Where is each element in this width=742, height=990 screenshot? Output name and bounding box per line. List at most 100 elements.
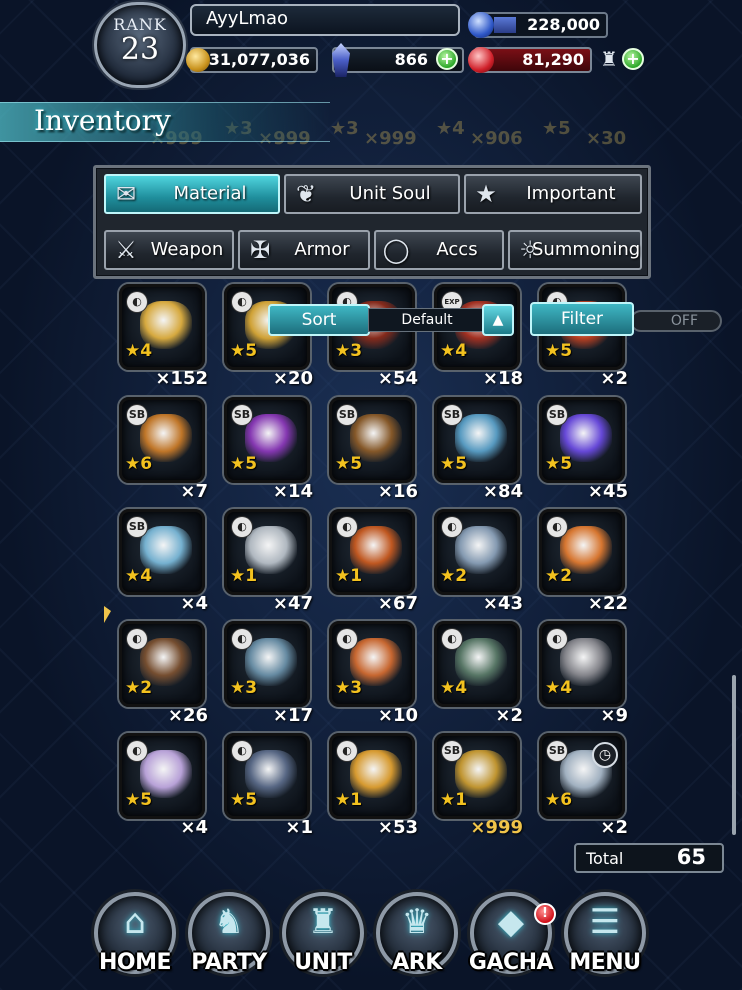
item-slot[interactable]: ◐ ★1 ×67 bbox=[329, 509, 418, 614]
item-type-tag: ◐ bbox=[337, 517, 357, 537]
gil-coin-icon bbox=[186, 48, 210, 72]
item-rarity: ★4 bbox=[440, 678, 468, 698]
tab-armor[interactable]: ✠ Armor bbox=[238, 230, 370, 270]
total-value: 65 bbox=[676, 845, 706, 869]
item-slot[interactable]: ◐ ★1 ×47 bbox=[224, 509, 313, 614]
item-slot[interactable]: ◐ ★2 ×43 bbox=[434, 509, 523, 614]
item-type-tag: SB bbox=[442, 741, 462, 761]
item-slot[interactable]: SB ★4 ×4 bbox=[119, 509, 208, 614]
item-type-tag: SB bbox=[127, 405, 147, 425]
item-quantity: ×4 bbox=[180, 593, 208, 614]
item-slot[interactable]: SB ★5 ×16 bbox=[329, 397, 418, 502]
gil-counter: 31,077,036 bbox=[186, 47, 318, 73]
category-tabs: ✉ Material ❦ Unit Soul ★ Important ⚔ Wea… bbox=[93, 165, 651, 279]
page-title: Inventory bbox=[34, 104, 171, 137]
ghost-qty: ×999 bbox=[364, 128, 417, 149]
sort-order-button[interactable]: ▲ bbox=[482, 304, 514, 336]
item-slot[interactable]: SB ★5 ×45 bbox=[539, 397, 628, 502]
sort-value: Default bbox=[368, 308, 486, 332]
item-slot[interactable]: ◐ ★5 ×1 bbox=[224, 733, 313, 838]
item-slot[interactable]: SB ★1 ×999 bbox=[434, 733, 523, 838]
add-lapis-button[interactable]: + bbox=[436, 48, 458, 70]
nav-home-button[interactable]: ⌂ HOME bbox=[90, 892, 180, 988]
tab-label: Weapon bbox=[150, 239, 224, 260]
item-rarity: ★4 bbox=[545, 678, 573, 698]
item-type-tag: ◐ bbox=[442, 629, 462, 649]
nav-menu-button[interactable]: ☰ MENU bbox=[560, 892, 650, 988]
item-quantity: ×20 bbox=[272, 368, 313, 389]
ghost-qty: ×30 bbox=[586, 128, 627, 149]
ghost-star: ★5 bbox=[542, 118, 571, 139]
star-icon: ★ bbox=[475, 180, 497, 208]
energy-value: 228,000 bbox=[527, 15, 600, 34]
tab-material[interactable]: ✉ Material bbox=[104, 174, 280, 214]
tab-label: Material bbox=[173, 183, 247, 204]
item-slot[interactable]: SB ★5 ×14 bbox=[224, 397, 313, 502]
item-quantity: ×45 bbox=[587, 481, 628, 502]
ghost-star: ★4 bbox=[436, 118, 465, 139]
sort-button[interactable]: Sort bbox=[268, 304, 370, 336]
item-type-tag: ◐ bbox=[547, 517, 567, 537]
filter-toggle[interactable]: OFF bbox=[630, 310, 722, 332]
energy-orb-icon bbox=[468, 12, 494, 38]
item-quantity: ×26 bbox=[167, 705, 208, 726]
item-rarity: ★1 bbox=[230, 566, 258, 586]
item-slot[interactable]: SB ★6 ×7 bbox=[119, 397, 208, 502]
gil-value: 31,077,036 bbox=[208, 50, 310, 69]
item-slot[interactable]: ◐ ★4 ×152 bbox=[119, 284, 208, 389]
item-quantity: ×999 bbox=[470, 817, 523, 838]
ghost-star: ★3 bbox=[330, 118, 359, 139]
tab-label: Important bbox=[526, 183, 616, 204]
item-slot[interactable]: ◐ ★2 ×26 bbox=[119, 621, 208, 726]
unit-icon: ♜ bbox=[307, 902, 339, 942]
item-quantity: ×2 bbox=[600, 368, 628, 389]
item-slot[interactable]: SB ◷ ★6 ×2 bbox=[539, 733, 628, 838]
energy-bar: 228,000 bbox=[468, 12, 608, 38]
item-type-tag: ◐ bbox=[337, 629, 357, 649]
menu-icon: ☰ bbox=[589, 902, 621, 942]
item-rarity: ★3 bbox=[335, 341, 363, 361]
tab-accs[interactable]: ◯ Accs bbox=[374, 230, 504, 270]
bag-icon: ✉ bbox=[115, 180, 137, 208]
tab-important[interactable]: ★ Important bbox=[464, 174, 642, 214]
item-rarity: ★5 bbox=[545, 341, 573, 361]
item-slot[interactable]: ◐ ★3 ×17 bbox=[224, 621, 313, 726]
tab-label: Unit Soul bbox=[349, 183, 431, 204]
tab-weapon[interactable]: ⚔ Weapon bbox=[104, 230, 234, 270]
item-rarity: ★3 bbox=[335, 678, 363, 698]
stamina-counter: 81,290 bbox=[468, 47, 592, 73]
red-orb-icon bbox=[468, 47, 494, 73]
nav-party-button[interactable]: ♞ PARTY bbox=[184, 892, 274, 988]
item-type-tag: ◐ bbox=[232, 517, 252, 537]
scrollbar[interactable] bbox=[732, 675, 736, 835]
tab-label: Accs bbox=[436, 239, 478, 260]
item-slot[interactable]: ◐ ★1 ×53 bbox=[329, 733, 418, 838]
item-quantity: ×1 bbox=[285, 817, 313, 838]
nav-ark-button[interactable]: ♛ ARK bbox=[372, 892, 462, 988]
item-quantity: ×43 bbox=[482, 593, 523, 614]
nav-unit-button[interactable]: ♜ UNIT bbox=[278, 892, 368, 988]
item-slot[interactable]: ◐ ★3 ×10 bbox=[329, 621, 418, 726]
tab-unit-soul[interactable]: ❦ Unit Soul bbox=[284, 174, 460, 214]
add-stamina-button[interactable]: + bbox=[622, 48, 644, 70]
armor-icon: ✠ bbox=[249, 236, 271, 264]
item-rarity: ★6 bbox=[125, 454, 153, 474]
item-slot[interactable]: SB ★5 ×84 bbox=[434, 397, 523, 502]
tab-summoning[interactable]: ☼ Summoning bbox=[508, 230, 642, 270]
sword-icon: ⚔ bbox=[115, 236, 137, 264]
item-rarity: ★2 bbox=[440, 566, 468, 586]
filter-button[interactable]: Filter bbox=[530, 302, 634, 336]
item-quantity: ×14 bbox=[272, 481, 313, 502]
item-slot[interactable]: ◐ ★4 ×9 bbox=[539, 621, 628, 726]
item-type-tag: ◐ bbox=[127, 292, 147, 312]
item-rarity: ★5 bbox=[335, 454, 363, 474]
ghost-qty: ×906 bbox=[470, 128, 523, 149]
nav-label: UNIT bbox=[294, 950, 352, 975]
item-slot[interactable]: ◐ ★4 ×2 bbox=[434, 621, 523, 726]
player-name[interactable]: AyyLmao bbox=[190, 4, 460, 36]
item-type-tag: ◐ bbox=[337, 741, 357, 761]
item-slot[interactable]: ◐ ★2 ×22 bbox=[539, 509, 628, 614]
rank-badge[interactable]: RANK 23 bbox=[94, 2, 186, 88]
item-slot[interactable]: ◐ ★5 ×4 bbox=[119, 733, 208, 838]
item-rarity: ★4 bbox=[440, 341, 468, 361]
